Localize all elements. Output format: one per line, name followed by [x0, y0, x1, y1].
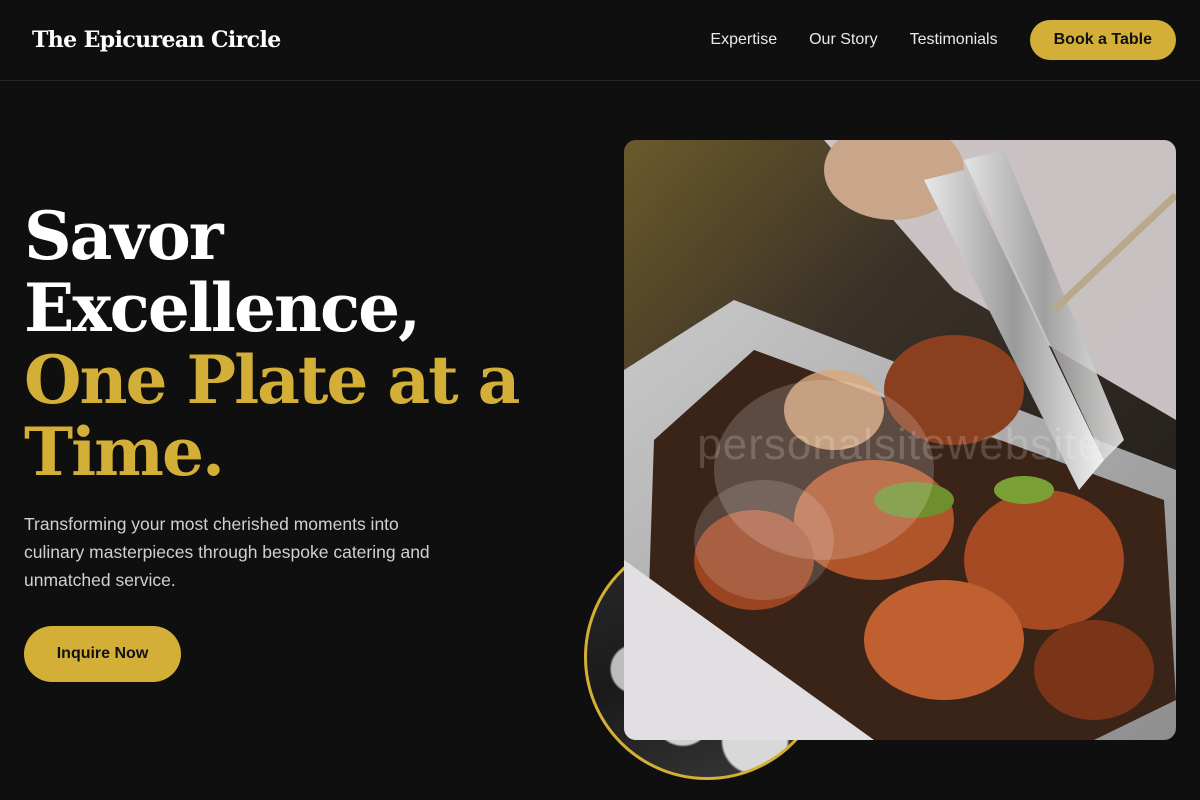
nav-menu: Expertise Our Story Testimonials Book a …: [710, 20, 1176, 60]
hero-food-photo: personalsitewebsite: [624, 140, 1176, 740]
nav-link-testimonials[interactable]: Testimonials: [910, 31, 998, 49]
hero-title-line-4: Time.: [24, 413, 225, 491]
brand-logo[interactable]: The Epicurean Circle: [32, 27, 281, 53]
hero-title-line-3: One Plate at a: [24, 341, 520, 419]
top-nav: The Epicurean Circle Expertise Our Story…: [0, 0, 1200, 81]
nav-link-our-story[interactable]: Our Story: [809, 31, 877, 49]
hero-title-line-2: Excellence,: [24, 269, 421, 347]
inquire-now-button[interactable]: Inquire Now: [24, 626, 181, 682]
book-table-button[interactable]: Book a Table: [1029, 20, 1176, 60]
hero-title-line-1: Savor: [24, 197, 224, 275]
food-photo-illustration: [624, 140, 1176, 740]
hero-title: Savor Excellence, One Plate at a Time.: [24, 200, 544, 488]
nav-link-expertise[interactable]: Expertise: [710, 31, 777, 49]
hero-subtitle: Transforming your most cherished moments…: [24, 514, 430, 590]
